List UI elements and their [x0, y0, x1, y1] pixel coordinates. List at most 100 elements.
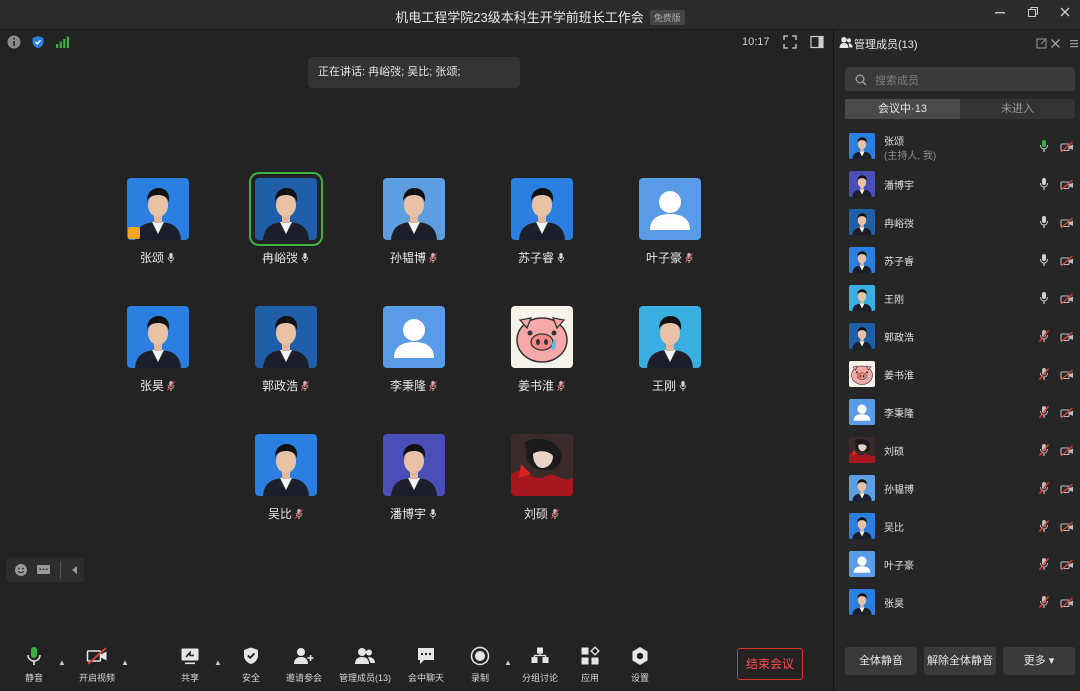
camera-off-icon[interactable]: [1060, 368, 1074, 386]
restore-icon[interactable]: [1024, 6, 1042, 22]
mute-button[interactable]: 静音: [20, 646, 48, 684]
video-button[interactable]: 开启视频: [75, 646, 119, 684]
mute-all-button[interactable]: 全体静音: [845, 647, 917, 675]
member-row[interactable]: 吴比: [834, 508, 1080, 546]
microphone-icon[interactable]: [1038, 139, 1050, 158]
member-panel-title: 管理成员(13): [854, 39, 918, 51]
camera-off-icon[interactable]: [1060, 482, 1074, 500]
member-row[interactable]: 郭政浩: [834, 318, 1080, 356]
mic-options-caret[interactable]: ▲: [58, 658, 66, 667]
member-row[interactable]: 孙韫博: [834, 470, 1080, 508]
unmute-all-button[interactable]: 解除全体静音: [924, 647, 996, 675]
camera-off-icon[interactable]: [1060, 444, 1074, 462]
camera-off-icon[interactable]: [1060, 140, 1074, 158]
microphone-icon[interactable]: [1038, 253, 1050, 272]
participant-tile[interactable]: 冉峪弢: [226, 172, 346, 266]
menu-icon[interactable]: [1069, 36, 1079, 54]
member-row[interactable]: 苏子睿: [834, 242, 1080, 280]
member-panel-header: 管理成员(13): [834, 30, 1080, 56]
share-button[interactable]: 共享: [176, 646, 204, 684]
avatar: [849, 133, 875, 159]
microphone-icon: [166, 252, 176, 268]
mic-muted-icon[interactable]: [1038, 481, 1050, 500]
more-button[interactable]: 更多 ▾: [1003, 647, 1075, 675]
fullscreen-icon[interactable]: [783, 35, 797, 54]
participant-tile[interactable]: 李秉隆: [354, 306, 474, 394]
camera-off-icon[interactable]: [1060, 520, 1074, 538]
chat-button[interactable]: 会中聊天: [405, 646, 447, 684]
camera-off-icon[interactable]: [1060, 216, 1074, 234]
signal-icon[interactable]: [55, 35, 69, 54]
end-meeting-button[interactable]: 结束会议: [737, 648, 803, 680]
camera-off-icon[interactable]: [1060, 254, 1074, 272]
participant-name: 叶子豪: [645, 251, 682, 265]
video-options-caret[interactable]: ▲: [121, 658, 129, 667]
member-row[interactable]: 张昊: [834, 584, 1080, 622]
camera-off-icon[interactable]: [1060, 406, 1074, 424]
participant-tile[interactable]: 潘博宇: [354, 434, 474, 522]
record-label: 录制: [470, 673, 489, 683]
invite-button[interactable]: 邀请参会: [284, 646, 324, 684]
member-row[interactable]: 冉峪弢: [834, 204, 1080, 242]
participant-tile[interactable]: 张昊: [98, 306, 218, 394]
participant-tile[interactable]: 孙韫博: [354, 178, 474, 266]
member-row[interactable]: 刘硕: [834, 432, 1080, 470]
mic-muted-icon[interactable]: [1038, 367, 1050, 386]
member-row[interactable]: 潘博宇: [834, 166, 1080, 204]
record-button[interactable]: 录制: [466, 646, 494, 684]
microphone-icon[interactable]: [1038, 291, 1050, 310]
participant-tile[interactable]: 姜书淮: [482, 306, 602, 394]
participant-tile[interactable]: 苏子睿: [482, 178, 602, 266]
collapse-left-icon[interactable]: [68, 563, 80, 582]
mic-muted-icon[interactable]: [1038, 595, 1050, 614]
add-user-icon: [294, 648, 314, 664]
member-row[interactable]: 姜书淮: [834, 356, 1080, 394]
member-search-input[interactable]: 搜索成员: [845, 67, 1075, 91]
participant-tile[interactable]: 吴比: [226, 434, 346, 522]
participant-tile[interactable]: 刘硕: [482, 434, 602, 522]
share-options-caret[interactable]: ▲: [214, 658, 222, 667]
member-row[interactable]: 张颂 (主持人, 我): [834, 128, 1080, 166]
comment-icon[interactable]: [36, 563, 51, 582]
tab-in-meeting[interactable]: 会议中·13: [845, 99, 960, 119]
avatar: [849, 551, 875, 577]
settings-button[interactable]: 设置: [626, 646, 654, 684]
close-icon[interactable]: [1050, 36, 1061, 54]
settings-label: 设置: [630, 673, 649, 683]
mic-muted-icon[interactable]: [1038, 557, 1050, 576]
avatar: [511, 434, 573, 496]
participant-name-row: 姜书淮: [482, 378, 602, 394]
participant-tile[interactable]: 张颂: [98, 178, 218, 266]
mic-muted-icon[interactable]: [1038, 329, 1050, 348]
mic-muted-icon[interactable]: [1038, 443, 1050, 462]
mic-muted-icon[interactable]: [1038, 405, 1050, 424]
camera-off-icon[interactable]: [1060, 558, 1074, 576]
camera-off-icon[interactable]: [1060, 330, 1074, 348]
security-button[interactable]: 安全: [237, 646, 265, 684]
member-row[interactable]: 叶子豪: [834, 546, 1080, 584]
microphone-icon[interactable]: [1038, 177, 1050, 196]
apps-button[interactable]: 应用: [576, 646, 604, 684]
camera-off-icon[interactable]: [1060, 178, 1074, 196]
info-icon[interactable]: [7, 35, 21, 54]
layout-icon[interactable]: [810, 35, 824, 54]
member-row[interactable]: 王刚: [834, 280, 1080, 318]
popout-icon[interactable]: [1036, 36, 1047, 54]
participant-tile[interactable]: 郭政浩: [226, 306, 346, 394]
camera-off-icon[interactable]: [1060, 596, 1074, 614]
minimize-icon[interactable]: [991, 6, 1009, 22]
breakout-button[interactable]: 分组讨论: [519, 646, 561, 684]
microphone-icon[interactable]: [1038, 215, 1050, 234]
tab-not-joined[interactable]: 未进入: [960, 99, 1075, 119]
member-row[interactable]: 李秉隆: [834, 394, 1080, 432]
title-bar: 机电工程学院23级本科生开学前班长工作会 免费版: [0, 0, 1080, 30]
emoji-icon[interactable]: [14, 563, 28, 582]
camera-off-icon[interactable]: [1060, 292, 1074, 310]
close-icon[interactable]: [1056, 6, 1074, 22]
mic-muted-icon[interactable]: [1038, 519, 1050, 538]
participant-tile[interactable]: 王刚: [610, 306, 730, 394]
manage-members-button[interactable]: 管理成员(13): [336, 646, 394, 684]
participant-tile[interactable]: 叶子豪: [610, 178, 730, 266]
record-options-caret[interactable]: ▲: [504, 658, 512, 667]
shield-icon[interactable]: [31, 35, 45, 54]
